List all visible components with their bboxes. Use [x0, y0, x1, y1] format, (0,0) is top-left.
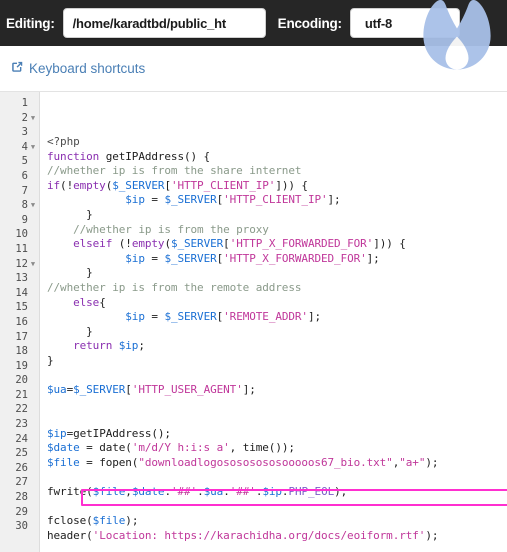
line-number: 20: [15, 374, 28, 387]
code-line[interactable]: $ua=$_SERVER['HTTP_USER_AGENT'];: [47, 383, 507, 398]
file-path-value: /home/karadtbd/public_ht: [72, 15, 227, 31]
line-number: 16: [15, 315, 28, 328]
code-line[interactable]: fwrite($file,$date.'##'.$ua.'##'.$ip.PHP…: [47, 485, 507, 500]
line-number: 13: [15, 272, 28, 285]
line-number: 17: [15, 330, 28, 343]
code-line[interactable]: [47, 500, 507, 515]
code-line[interactable]: else{: [47, 296, 507, 311]
line-number: 26: [15, 461, 28, 474]
external-link-icon: [10, 60, 24, 77]
encoding-value: utf-8: [364, 15, 393, 31]
line-number: 30: [15, 520, 28, 533]
line-number: 29: [15, 505, 28, 518]
shortcut-bar: Keyboard shortcuts: [0, 46, 507, 91]
code-line[interactable]: $date = date('m/d/Y h:i:s a', time());: [47, 441, 507, 456]
code-line[interactable]: $ip = $_SERVER['REMOTE_ADDR'];: [47, 310, 507, 325]
code-line[interactable]: header('Location: https://karachidha.org…: [47, 529, 507, 544]
line-number: 12 ▼: [15, 257, 37, 272]
code-fold-toggle-icon[interactable]: ▼: [29, 140, 37, 155]
code-fold-toggle-icon[interactable]: ▼: [29, 257, 37, 272]
code-line[interactable]: if(!empty($_SERVER['HTTP_CLIENT_IP'])) {: [47, 179, 507, 194]
code-line[interactable]: }: [47, 325, 507, 340]
line-number: 14: [15, 286, 28, 299]
code-content[interactable]: <?php function getIPAddress() {//whether …: [40, 92, 507, 552]
code-line[interactable]: [47, 369, 507, 384]
line-number: 4 ▼: [21, 140, 37, 155]
code-line[interactable]: return $ip;: [47, 339, 507, 354]
keyboard-shortcuts-label: Keyboard shortcuts: [29, 61, 146, 76]
code-line[interactable]: //whether ip is from the remote address: [47, 281, 507, 296]
line-number: 28: [15, 491, 28, 504]
editor-toolbar: Editing: /home/karadtbd/public_ht Encodi…: [0, 0, 507, 46]
line-number: 25: [15, 447, 28, 460]
code-fold-toggle-icon[interactable]: ▼: [29, 198, 37, 213]
code-line[interactable]: $ip = $_SERVER['HTTP_X_FORWARDED_FOR'];: [47, 252, 507, 267]
code-line[interactable]: [47, 412, 507, 427]
code-line[interactable]: }: [47, 266, 507, 281]
code-line[interactable]: }: [47, 208, 507, 223]
line-number: 27: [15, 476, 28, 489]
line-number: 9: [21, 213, 28, 226]
keyboard-shortcuts-link[interactable]: Keyboard shortcuts: [10, 60, 145, 77]
line-number: 24: [15, 432, 28, 445]
code-fold-toggle-icon[interactable]: ▼: [29, 111, 37, 126]
line-number-gutter[interactable]: 1 2 ▼ 3 4 ▼ 5 6 7 8 ▼ 9 10 11 12 ▼ 13 14 15 16 17 18 19 20 21 22 2…: [0, 92, 40, 552]
file-path-input[interactable]: /home/karadtbd/public_ht: [62, 8, 266, 38]
encoding-select[interactable]: utf-8: [349, 8, 460, 38]
line-number: 19: [15, 359, 28, 372]
line-number: 10: [15, 228, 28, 241]
line-number: 5: [21, 155, 28, 168]
line-number: 15: [15, 301, 28, 314]
code-editor[interactable]: 1 2 ▼ 3 4 ▼ 5 6 7 8 ▼ 9 10 11 12 ▼ 13 14 15 16 17 18 19 20 21 22 2…: [0, 91, 507, 552]
line-number: 8 ▼: [21, 198, 37, 213]
code-line[interactable]: [47, 471, 507, 486]
line-number: 23: [15, 418, 28, 431]
code-line[interactable]: $ip=getIPAddress();: [47, 427, 507, 442]
line-number: 3: [21, 126, 28, 139]
code-line[interactable]: function getIPAddress() {: [47, 150, 507, 165]
code-line[interactable]: [47, 398, 507, 413]
editing-label: Editing:: [6, 15, 55, 31]
line-number: 21: [15, 388, 28, 401]
code-line[interactable]: <?php: [47, 135, 507, 150]
code-line[interactable]: fclose($file);: [47, 514, 507, 529]
line-number: 2 ▼: [21, 111, 37, 126]
line-number: 7: [21, 184, 28, 197]
code-line[interactable]: $ip = $_SERVER['HTTP_CLIENT_IP'];: [47, 193, 507, 208]
line-number: 11: [15, 242, 28, 255]
code-line[interactable]: //whether ip is from the proxy: [47, 223, 507, 238]
code-line[interactable]: }: [47, 354, 507, 369]
code-line[interactable]: //whether ip is from the share internet: [47, 164, 507, 179]
encoding-label: Encoding:: [277, 15, 342, 31]
line-number: 6: [21, 169, 28, 182]
code-line[interactable]: $file = fopen("downloadlogosososososoooo…: [47, 456, 507, 471]
line-number: 22: [15, 403, 28, 416]
line-number: 18: [15, 345, 28, 358]
line-number: 1: [21, 97, 28, 109]
code-line[interactable]: elseif (!empty($_SERVER['HTTP_X_FORWARDE…: [47, 237, 507, 252]
